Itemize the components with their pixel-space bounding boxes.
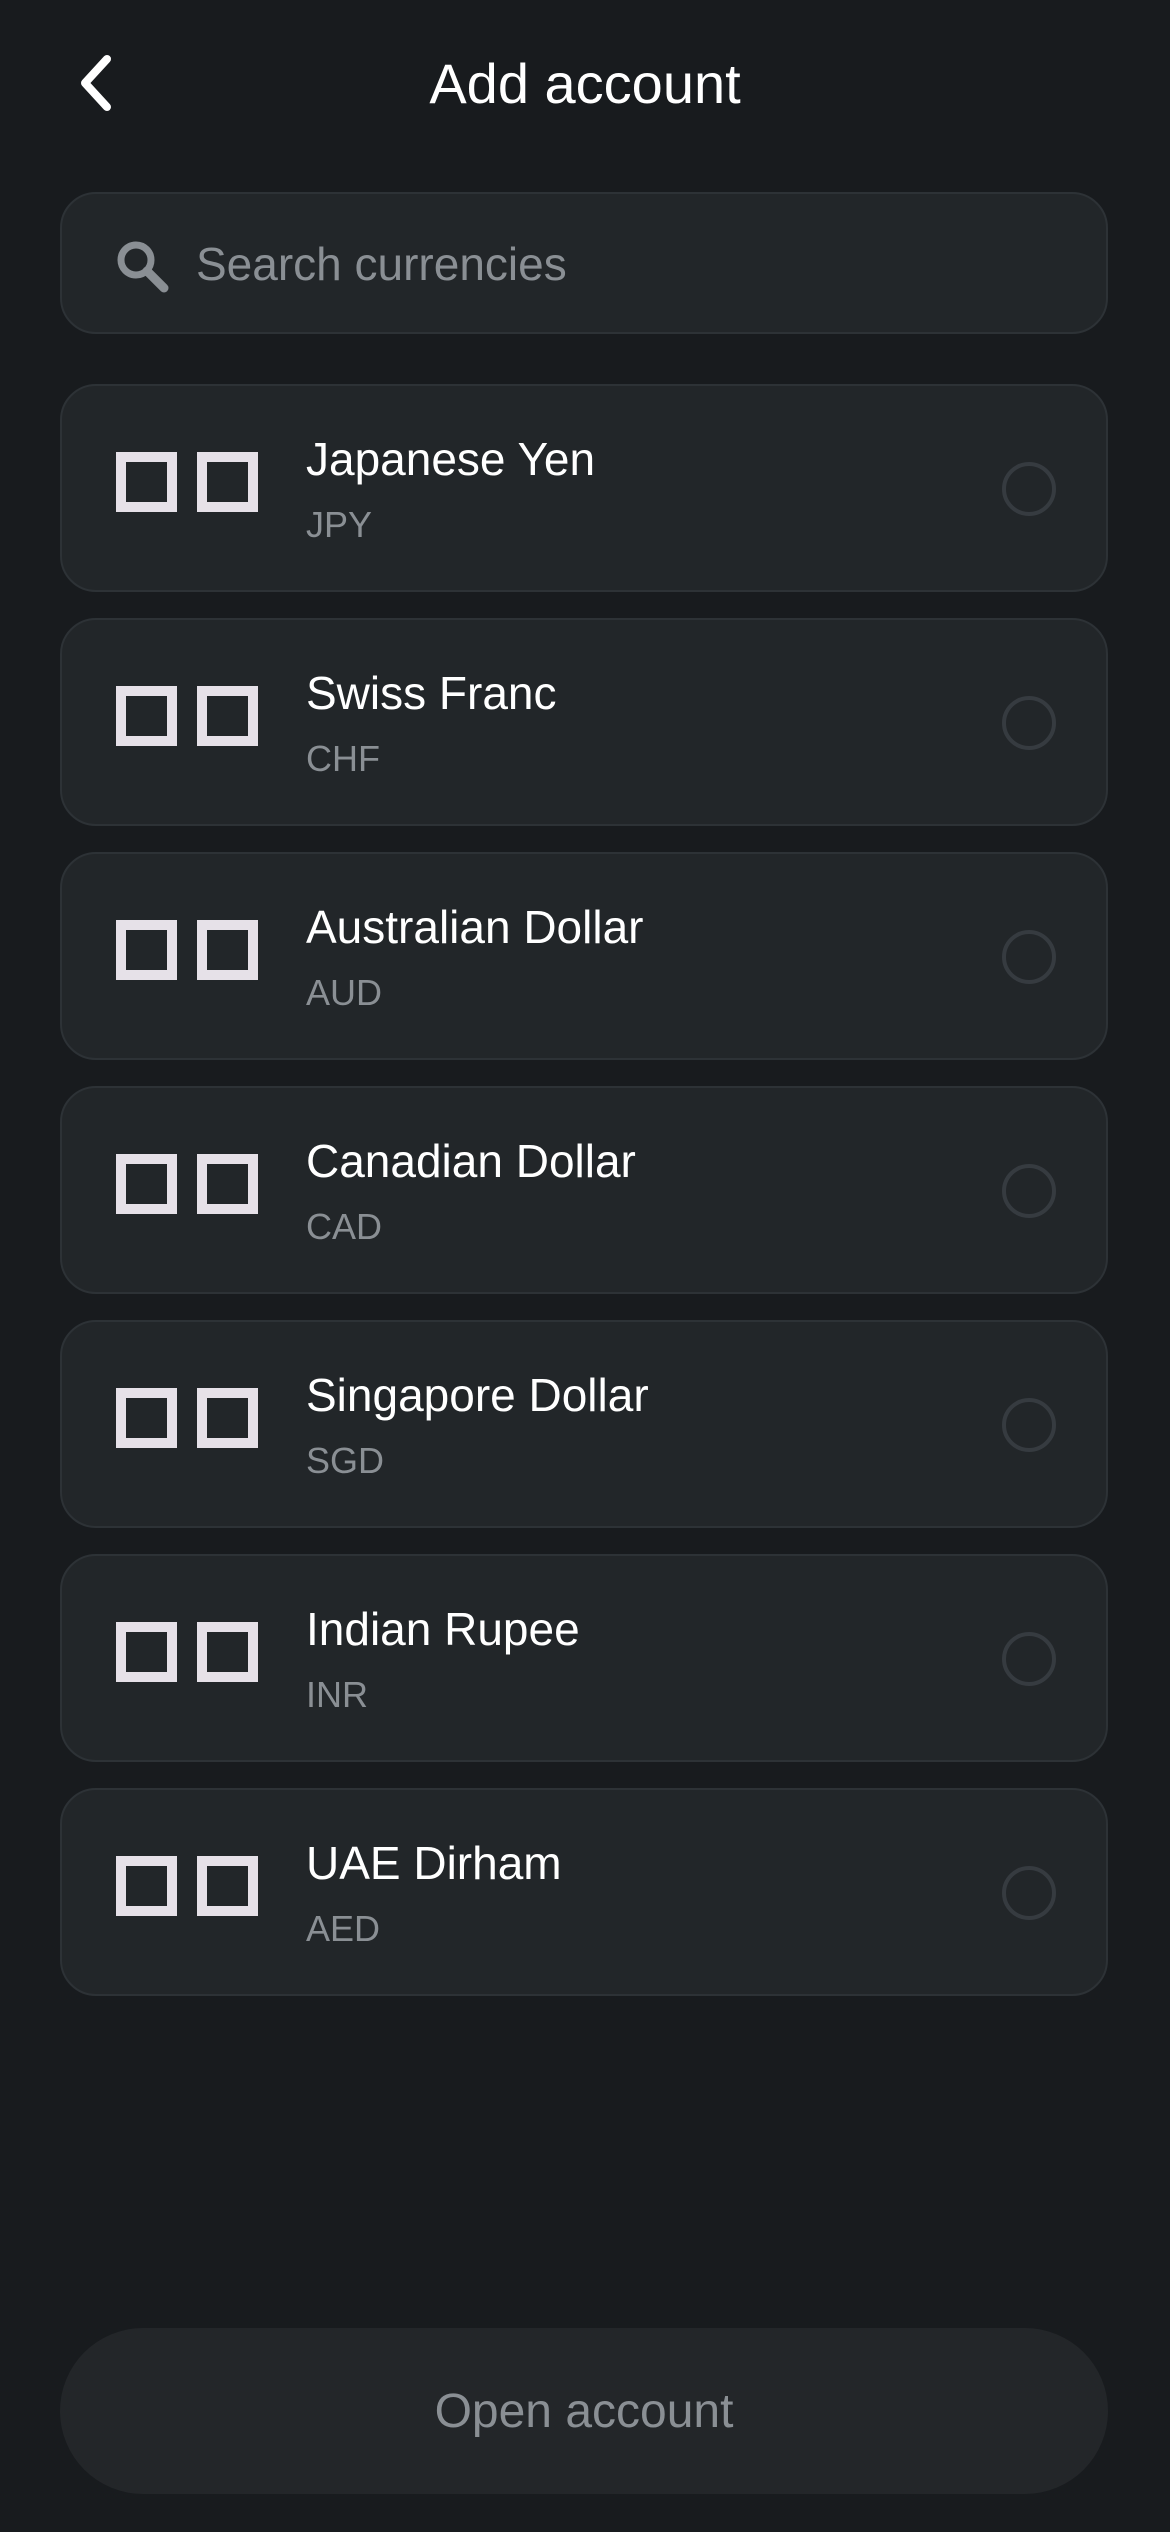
radio-button[interactable]	[1002, 462, 1056, 516]
currency-item-jpy[interactable]: Japanese Yen JPY	[60, 384, 1108, 592]
currency-item-aed[interactable]: UAE Dirham AED	[60, 1788, 1108, 1996]
currency-name: Australian Dollar	[306, 901, 644, 953]
currency-name: Indian Rupee	[306, 1603, 580, 1655]
flag-icon	[116, 452, 258, 514]
currency-item-aud[interactable]: Australian Dollar AUD	[60, 852, 1108, 1060]
currency-code: INR	[306, 1674, 368, 1715]
currency-code: AUD	[306, 972, 383, 1013]
flag-icon	[116, 686, 258, 748]
search-bar[interactable]	[60, 192, 1108, 334]
radio-button[interactable]	[1002, 1632, 1056, 1686]
currency-list: Japanese Yen JPY Swiss Franc CHF Austral…	[60, 384, 1108, 2022]
currency-name: Singapore Dollar	[306, 1369, 649, 1421]
flag-icon	[116, 1154, 258, 1216]
radio-button[interactable]	[1002, 1398, 1056, 1452]
currency-name: Swiss Franc	[306, 667, 557, 719]
currency-name: Japanese Yen	[306, 433, 596, 485]
radio-button[interactable]	[1002, 930, 1056, 984]
flag-icon	[116, 1622, 258, 1684]
page-title: Add account	[429, 52, 741, 115]
header: Add account	[0, 0, 1170, 166]
radio-button[interactable]	[1002, 1164, 1056, 1218]
radio-button[interactable]	[1002, 1866, 1056, 1920]
currency-item-chf[interactable]: Swiss Franc CHF	[60, 618, 1108, 826]
flag-icon	[116, 1856, 258, 1918]
currency-name: UAE Dirham	[306, 1837, 562, 1889]
open-account-button[interactable]: Open account	[60, 2328, 1108, 2494]
currency-code: AED	[306, 1908, 381, 1949]
currency-item-sgd[interactable]: Singapore Dollar SGD	[60, 1320, 1108, 1528]
currency-code: CHF	[306, 738, 380, 779]
flag-icon	[116, 920, 258, 982]
currency-code: JPY	[306, 504, 373, 545]
currency-code: SGD	[306, 1440, 385, 1481]
search-icon	[117, 241, 169, 293]
search-input[interactable]	[196, 224, 1076, 304]
currency-item-inr[interactable]: Indian Rupee INR	[60, 1554, 1108, 1762]
radio-button[interactable]	[1002, 696, 1056, 750]
currency-item-cad[interactable]: Canadian Dollar CAD	[60, 1086, 1108, 1294]
currency-code: CAD	[306, 1206, 383, 1247]
currency-name: Canadian Dollar	[306, 1135, 636, 1187]
flag-icon	[116, 1388, 258, 1450]
